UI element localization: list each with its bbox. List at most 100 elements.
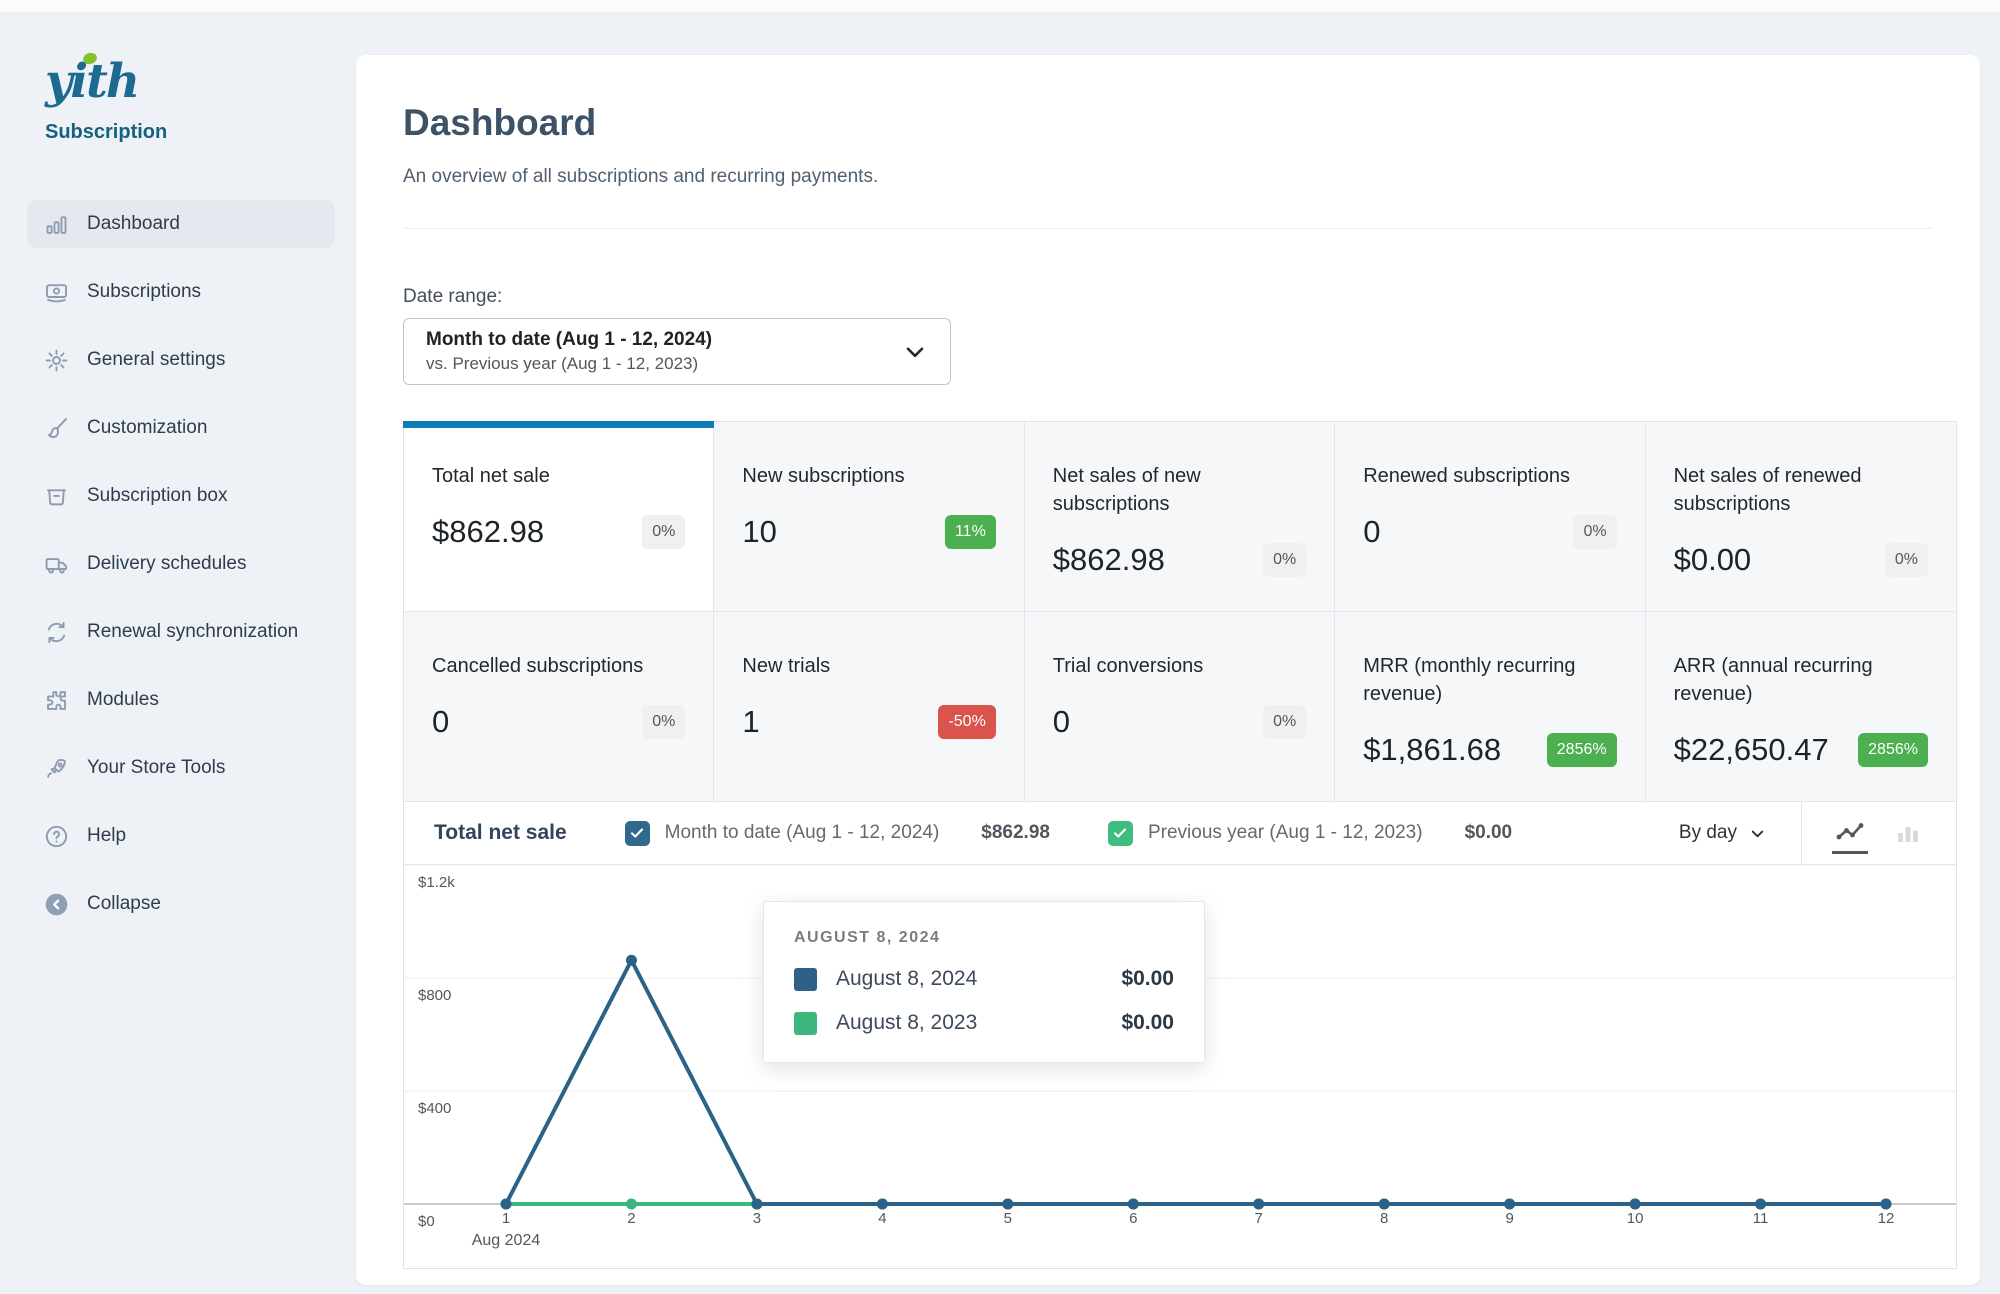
sidebar-item-label: Customization <box>87 417 207 439</box>
truck-icon <box>43 551 70 578</box>
line-chart-icon <box>1834 820 1866 846</box>
svg-text:2: 2 <box>627 1210 635 1227</box>
stat-value-row: 1 -50% <box>742 704 995 740</box>
page-body: Date range: Month to date (Aug 1 - 12, 2… <box>356 229 1980 1269</box>
sidebar-item-your-store-tools[interactable]: Your Store Tools <box>27 744 335 792</box>
stat-badge: 0% <box>642 515 685 549</box>
series-label: Previous year (Aug 1 - 12, 2023) <box>1148 822 1423 844</box>
stat-value-row: 10 11% <box>742 514 995 550</box>
stat-badge: 0% <box>1263 705 1306 739</box>
sidebar-item-label: Subscriptions <box>87 281 201 303</box>
stat-label: Net sales of new subscriptions <box>1053 462 1306 518</box>
series-value: $862.98 <box>981 822 1050 844</box>
stat-value: $0.00 <box>1674 542 1752 578</box>
main-panel: Dashboard An overview of all subscriptio… <box>356 55 1980 1285</box>
sidebar-item-general-settings[interactable]: General settings <box>27 336 335 384</box>
stat-value-row: 0 0% <box>432 704 685 740</box>
sidebar-item-label: Your Store Tools <box>87 757 225 779</box>
tooltip-row: August 8, 2024 $0.00 <box>794 967 1174 991</box>
stat-card[interactable]: MRR (monthly recurring revenue) $1,861.6… <box>1335 612 1645 802</box>
series-checkbox[interactable] <box>1108 821 1133 846</box>
sidebar-item-collapse[interactable]: Collapse <box>27 880 335 928</box>
collapse-icon <box>43 891 70 918</box>
sidebar-item-delivery-schedules[interactable]: Delivery schedules <box>27 540 335 588</box>
stat-value-row: $0.00 0% <box>1674 542 1928 578</box>
svg-text:6: 6 <box>1129 1210 1137 1227</box>
stat-value-row: $862.98 0% <box>432 514 685 550</box>
stat-label: Net sales of renewed subscriptions <box>1674 462 1928 518</box>
chart-tooltip: AUGUST 8, 2024 August 8, 2024 $0.00 Augu… <box>763 901 1205 1063</box>
stat-value: 0 <box>1053 704 1070 740</box>
tooltip-title: AUGUST 8, 2024 <box>794 929 1174 947</box>
stat-value-row: 0 0% <box>1053 704 1306 740</box>
series-checkbox[interactable] <box>625 821 650 846</box>
net-sale-chart[interactable]: $0$400$800$1.2k1Aug 202423456789101112 A… <box>404 865 1956 1268</box>
series-toggle: Previous year (Aug 1 - 12, 2023) $0.00 <box>1108 821 1512 846</box>
sidebar-item-subscriptions[interactable]: Subscriptions <box>27 268 335 316</box>
svg-text:3: 3 <box>753 1210 761 1227</box>
stat-card[interactable]: Cancelled subscriptions 0 0% <box>404 612 714 802</box>
sidebar-item-label: Subscription box <box>87 485 227 507</box>
bar-chart-button[interactable] <box>1890 812 1926 854</box>
check-icon <box>629 825 645 841</box>
chevron-down-icon <box>1748 824 1767 843</box>
sidebar-item-customization[interactable]: Customization <box>27 404 335 452</box>
stat-label: New trials <box>742 652 995 680</box>
box-icon <box>43 483 70 510</box>
sidebar-item-modules[interactable]: Modules <box>27 676 335 724</box>
stat-value: $22,650.47 <box>1674 732 1829 768</box>
date-range-label: Date range: <box>403 286 1957 308</box>
stat-card[interactable]: Net sales of renewed subscriptions $0.00… <box>1646 422 1956 612</box>
sidebar-item-label: Modules <box>87 689 159 711</box>
stat-badge: 0% <box>642 705 685 739</box>
series-swatch <box>794 968 817 991</box>
stat-card[interactable]: Trial conversions 0 0% <box>1025 612 1335 802</box>
tooltip-row-label: August 8, 2024 <box>836 967 1121 991</box>
sidebar-item-label: Help <box>87 825 126 847</box>
stat-card[interactable]: New subscriptions 10 11% <box>714 422 1024 612</box>
tooltip-row-value: $0.00 <box>1121 967 1174 991</box>
stat-card[interactable]: New trials 1 -50% <box>714 612 1024 802</box>
svg-text:10: 10 <box>1627 1210 1644 1227</box>
interval-select[interactable]: By day <box>1679 822 1767 844</box>
tooltip-row-value: $0.00 <box>1121 1011 1174 1035</box>
chevron-down-icon <box>902 339 928 365</box>
analytics-panel: Total net sale $862.98 0% New subscripti… <box>403 421 1957 1269</box>
date-range-select[interactable]: Month to date (Aug 1 - 12, 2024) vs. Pre… <box>403 318 951 385</box>
stat-value-row: $22,650.47 2856% <box>1674 732 1928 768</box>
stat-label: ARR (annual recurring revenue) <box>1674 652 1928 708</box>
sidebar-item-renewal-synchronization[interactable]: Renewal synchronization <box>27 608 335 656</box>
stats-grid: Total net sale $862.98 0% New subscripti… <box>404 422 1956 802</box>
date-range-selected: Month to date (Aug 1 - 12, 2024) vs. Pre… <box>426 328 902 375</box>
series-label: Month to date (Aug 1 - 12, 2024) <box>665 822 940 844</box>
svg-text:$0: $0 <box>418 1213 435 1230</box>
stat-badge: 0% <box>1263 543 1306 577</box>
stat-value-row: $862.98 0% <box>1053 542 1306 578</box>
stat-card[interactable]: Renewed subscriptions 0 0% <box>1335 422 1645 612</box>
payments-icon <box>43 279 70 306</box>
sidebar-item-label: Collapse <box>87 893 161 915</box>
line-chart-button[interactable] <box>1832 812 1868 854</box>
sidebar-item-help[interactable]: Help <box>27 812 335 860</box>
page-title: Dashboard <box>403 102 1933 144</box>
sidebar-item-label: Delivery schedules <box>87 553 246 575</box>
svg-text:$400: $400 <box>418 1100 451 1117</box>
stat-badge: 2856% <box>1858 733 1928 767</box>
sync-icon <box>43 619 70 646</box>
sidebar-item-dashboard[interactable]: Dashboard <box>27 200 335 248</box>
sidebar-item-subscription-box[interactable]: Subscription box <box>27 472 335 520</box>
stat-card[interactable]: ARR (annual recurring revenue) $22,650.4… <box>1646 612 1956 802</box>
sidebar: yith Subscription Dashboard Subscription… <box>0 13 356 1294</box>
stat-badge: 2856% <box>1547 733 1617 767</box>
stat-label: Renewed subscriptions <box>1363 462 1616 490</box>
sidebar-nav: Dashboard Subscriptions General settings… <box>27 200 336 928</box>
svg-text:1: 1 <box>502 1210 510 1227</box>
tooltip-row: August 8, 2023 $0.00 <box>794 1011 1174 1035</box>
chart-title: Total net sale <box>434 821 567 845</box>
question-icon <box>43 823 70 850</box>
sidebar-item-label: General settings <box>87 349 225 371</box>
browser-top-strip <box>0 0 2000 13</box>
stat-card[interactable]: Total net sale $862.98 0% <box>404 422 714 612</box>
stat-badge: 0% <box>1885 543 1928 577</box>
stat-card[interactable]: Net sales of new subscriptions $862.98 0… <box>1025 422 1335 612</box>
